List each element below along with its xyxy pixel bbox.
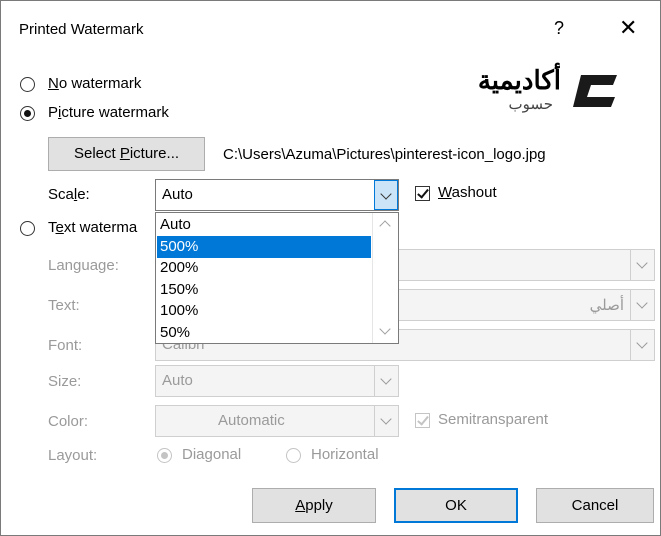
logo-arabic-name: أكاديمية: [477, 65, 561, 95]
scale-option[interactable]: 200%: [157, 257, 371, 279]
layout-diagonal-radio[interactable]: [157, 448, 172, 463]
scale-option[interactable]: 150%: [157, 279, 371, 301]
font-dropdown-arrow[interactable]: [630, 330, 654, 360]
text-value: أصلي: [589, 297, 624, 314]
semitransparent-label[interactable]: Semitransparent: [438, 411, 548, 428]
apply-button[interactable]: Apply: [252, 488, 376, 523]
dialog-title: Printed Watermark: [19, 21, 144, 38]
font-label: Font:: [48, 337, 83, 354]
close-icon[interactable]: ✕: [619, 15, 637, 41]
layout-horizontal-radio[interactable]: [286, 448, 301, 463]
scale-dropdown-list[interactable]: Auto 500% 200% 150% 100% 50%: [155, 212, 399, 344]
checkmark-icon: [417, 413, 429, 426]
picture-path: C:\Users\Azuma\Pictures\pinterest-icon_l…: [223, 146, 546, 163]
scale-option[interactable]: 100%: [157, 300, 371, 322]
layout-diagonal-label[interactable]: Diagonal: [182, 446, 241, 463]
color-combobox[interactable]: Automatic: [155, 405, 399, 437]
scale-option[interactable]: Auto: [157, 214, 371, 236]
help-icon[interactable]: ?: [554, 18, 564, 39]
scroll-down-icon[interactable]: [379, 323, 391, 335]
language-label: Language:: [48, 257, 119, 274]
layout-label: Layout:: [48, 447, 98, 464]
hsoub-academy-logo: أكاديمية حسوب: [441, 65, 626, 115]
washout-label[interactable]: Washout: [438, 184, 497, 201]
checkmark-icon: [417, 186, 429, 199]
chevron-down-icon: [636, 297, 648, 309]
cancel-button[interactable]: Cancel: [536, 488, 654, 523]
scale-combobox[interactable]: Auto: [155, 179, 399, 211]
picture-watermark-label[interactable]: Picture watermark: [48, 104, 169, 121]
size-value: Auto: [162, 372, 193, 389]
no-watermark-radio[interactable]: [20, 77, 35, 92]
scale-dropdown-arrow[interactable]: [374, 180, 398, 210]
dropdown-scrollbar[interactable]: [372, 213, 398, 343]
semitransparent-checkbox[interactable]: [415, 413, 430, 428]
scroll-up-icon[interactable]: [379, 220, 391, 232]
color-value: Automatic: [218, 412, 285, 429]
language-dropdown-arrow[interactable]: [630, 250, 654, 280]
chevron-down-icon: [380, 413, 392, 425]
text-watermark-radio[interactable]: [20, 221, 35, 236]
size-dropdown-arrow[interactable]: [374, 366, 398, 396]
select-picture-button[interactable]: Select Picture...: [48, 137, 205, 171]
layout-horizontal-label[interactable]: Horizontal: [311, 446, 379, 463]
scale-option[interactable]: 50%: [157, 322, 371, 344]
color-dropdown-arrow[interactable]: [374, 406, 398, 436]
scale-label: Scale:: [48, 186, 90, 203]
scale-option[interactable]: 500%: [157, 235, 371, 258]
no-watermark-label[interactable]: No watermark: [48, 75, 141, 92]
chevron-down-icon: [380, 373, 392, 385]
washout-checkbox[interactable]: [415, 186, 430, 201]
chevron-down-icon: [380, 188, 392, 200]
scale-value: Auto: [162, 186, 193, 203]
logo-arabic-sub: حسوب: [508, 96, 553, 113]
ok-button[interactable]: OK: [394, 488, 518, 523]
printed-watermark-dialog: Printed Watermark ? ✕ أكاديمية حسوب No w…: [0, 0, 661, 536]
text-dropdown-arrow[interactable]: [630, 290, 654, 320]
title-bar: Printed Watermark ? ✕: [1, 1, 660, 59]
logo-mark-icon: [573, 75, 617, 107]
picture-watermark-radio[interactable]: [20, 106, 35, 121]
text-watermark-label[interactable]: Text waterma: [48, 219, 137, 236]
color-label: Color:: [48, 413, 89, 430]
size-label: Size:: [48, 373, 82, 390]
chevron-down-icon: [636, 337, 648, 349]
chevron-down-icon: [636, 257, 648, 269]
text-label: Text:: [48, 297, 80, 314]
size-combobox[interactable]: Auto: [155, 365, 399, 397]
